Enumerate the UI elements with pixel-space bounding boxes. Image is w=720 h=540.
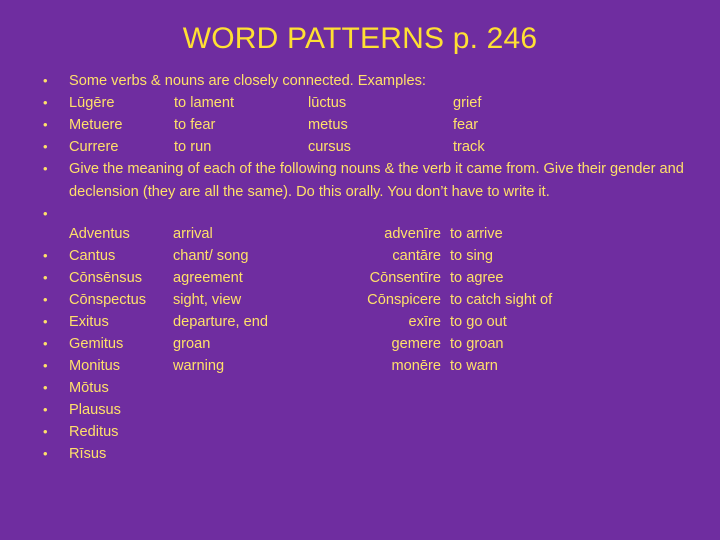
intro-text: Some verbs & nouns are closely connected… bbox=[69, 73, 426, 89]
vocabulary-row: Adventus arrival advenīre to arrive bbox=[69, 226, 503, 242]
list-item: • Some verbs & nouns are closely connect… bbox=[36, 70, 720, 92]
bullet-icon: • bbox=[43, 161, 48, 176]
vocab-noun-meaning: groan bbox=[173, 336, 211, 352]
list-item: • Lūgēre to lament lūctus grief bbox=[36, 92, 720, 114]
example-verb-meaning: to fear bbox=[174, 117, 216, 133]
vocab-noun: Cantus bbox=[69, 248, 116, 264]
example-verb: Metuere bbox=[69, 117, 123, 133]
bullet-icon: • bbox=[43, 314, 48, 329]
vocab-noun: Rīsus bbox=[69, 446, 107, 462]
vocab-verb-meaning: to agree bbox=[450, 270, 504, 286]
bullet-icon: • bbox=[43, 248, 48, 263]
vocab-verb-meaning: to arrive bbox=[450, 226, 503, 242]
bullet-icon: • bbox=[43, 358, 48, 373]
example-noun-meaning: fear bbox=[453, 117, 479, 133]
vocab-verb: gemere bbox=[391, 336, 441, 352]
list-item: • Monitus warning monēre to warn bbox=[36, 355, 720, 377]
bullet-icon: • bbox=[43, 446, 48, 461]
vocab-noun: Cōnsēnsus bbox=[69, 270, 143, 286]
vocab-verb-meaning: to warn bbox=[450, 358, 498, 374]
slide: WORD PATTERNS p. 246 • Some verbs & noun… bbox=[0, 0, 720, 540]
vocabulary-row: Cōnspectus sight, view Cōnspicere to catch … bbox=[69, 292, 552, 308]
vocab-noun: Adventus bbox=[69, 226, 130, 242]
slide-body: • Some verbs & nouns are closely connect… bbox=[36, 70, 720, 465]
example-row: Lūgēre to lament lūctus grief bbox=[69, 95, 481, 111]
vocab-noun: Gemitus bbox=[69, 336, 124, 352]
vocabulary-row: Cōnsēnsus agreement Cōnsentīre to agree bbox=[69, 270, 504, 286]
list-item: • Give the meaning of each of the follow… bbox=[36, 158, 720, 203]
vocab-noun: Exitus bbox=[69, 314, 109, 330]
list-item: • Cantus chant/ song cantāre to sing bbox=[36, 245, 720, 267]
vocab-verb: Cōnspicere bbox=[367, 292, 441, 308]
vocabulary-row: Plausus bbox=[69, 402, 450, 418]
list-item: • Gemitus groan gemere to groan bbox=[36, 333, 720, 355]
vocab-verb-meaning: to go out bbox=[450, 314, 507, 330]
vocab-noun: Mōtus bbox=[69, 380, 109, 396]
example-noun: lūctus bbox=[308, 95, 347, 111]
vocab-noun: Cōnspectus bbox=[69, 292, 147, 308]
vocab-verb: cantāre bbox=[392, 248, 441, 264]
vocabulary-row: Cantus chant/ song cantāre to sing bbox=[69, 248, 493, 264]
vocab-noun: Monitus bbox=[69, 358, 121, 374]
example-verb-meaning: to run bbox=[174, 139, 212, 155]
vocab-noun-meaning: sight, view bbox=[173, 292, 242, 308]
bullet-icon: • bbox=[43, 95, 48, 110]
bullet-icon: • bbox=[43, 424, 48, 439]
list-item: • Cōnsēnsus agreement Cōnsentīre to agree bbox=[36, 267, 720, 289]
vocab-verb-meaning: to groan bbox=[450, 336, 504, 352]
example-row: Metuere to fear metus fear bbox=[69, 117, 478, 133]
list-item: • Reditus bbox=[36, 421, 720, 443]
vocabulary-row: Monitus warning monēre to warn bbox=[69, 358, 498, 374]
list-item: • Currere to run cursus track bbox=[36, 136, 720, 158]
vocab-noun-meaning: arrival bbox=[173, 226, 213, 242]
vocab-verb: advenīre bbox=[384, 226, 441, 242]
list-item: • Adventusarrivaladvenīreto arrive bbox=[36, 223, 720, 245]
example-verb: Lūgēre bbox=[69, 95, 115, 111]
example-verb: Currere bbox=[69, 139, 119, 155]
bullet-icon: • bbox=[43, 270, 48, 285]
vocab-verb-meaning: to catch sight of bbox=[450, 292, 553, 308]
vocab-verb: exīre bbox=[408, 314, 441, 330]
vocab-verb: Cōnsentīre bbox=[369, 270, 441, 286]
vocab-noun: Reditus bbox=[69, 424, 119, 440]
vocabulary-row: Reditus bbox=[69, 424, 450, 440]
list-item: • Exitus departure, end exīre to go out bbox=[36, 311, 720, 333]
vocab-noun: Plausus bbox=[69, 402, 121, 418]
example-row: Currere to run cursus track bbox=[69, 139, 485, 155]
list-item-empty: • bbox=[36, 203, 720, 223]
vocabulary-row: Rīsus bbox=[69, 446, 450, 462]
example-verb-meaning: to lament bbox=[174, 95, 235, 111]
vocab-noun-meaning: departure, end bbox=[173, 314, 268, 330]
page-title: WORD PATTERNS p. 246 bbox=[182, 22, 538, 55]
list-item: • Rīsus bbox=[36, 443, 720, 465]
list-item: • Plausus bbox=[36, 399, 720, 421]
bullet-icon: • bbox=[43, 380, 48, 395]
vocabulary-list: • Adventus arrival advenīre to arrive • Can… bbox=[36, 223, 720, 465]
vocabulary-row: Exitus departure, end exīre to go out bbox=[69, 314, 507, 330]
list-item: • Mōtus bbox=[36, 377, 720, 399]
bullet-icon: • bbox=[43, 336, 48, 351]
vocab-noun-meaning: warning bbox=[173, 358, 225, 374]
vocab-noun-meaning: chant/ song bbox=[173, 248, 249, 264]
bullet-icon: • bbox=[43, 117, 48, 132]
vocabulary-row: Mōtus bbox=[69, 380, 450, 396]
instruction-text: Give the meaning of each of the followin… bbox=[69, 161, 684, 200]
example-noun-meaning: track bbox=[453, 139, 485, 155]
list-item: • Cōnspectus sight, view Cōnspicere to catc… bbox=[36, 289, 720, 311]
bullet-icon: • bbox=[43, 206, 48, 221]
example-noun-meaning: grief bbox=[453, 95, 482, 111]
example-noun: cursus bbox=[308, 139, 351, 155]
list-item: • Metuere to fear metus fear bbox=[36, 114, 720, 136]
bullet-icon: • bbox=[43, 139, 48, 154]
vocab-noun-meaning: agreement bbox=[173, 270, 243, 286]
example-noun: metus bbox=[308, 117, 348, 133]
bullet-icon: • bbox=[43, 73, 48, 88]
vocabulary-row: Gemitus groan gemere to groan bbox=[69, 336, 504, 352]
bullet-icon: • bbox=[43, 292, 48, 307]
bullet-icon: • bbox=[43, 402, 48, 417]
vocab-verb-meaning: to sing bbox=[450, 248, 493, 264]
vocab-verb: monēre bbox=[391, 358, 441, 374]
